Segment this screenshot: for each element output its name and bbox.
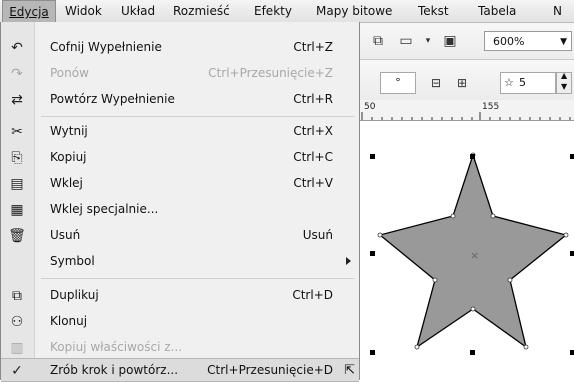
selection-handle[interactable] (370, 154, 375, 159)
spin-up-icon[interactable]: ▲ (561, 71, 567, 80)
menu-uklad[interactable]: Układ (121, 0, 155, 22)
ruler-tick-label: 155 (482, 102, 500, 112)
menu-item-paste-special[interactable]: ▦ Wklej specjalnie... (1, 198, 359, 222)
star-points-value: 5 (519, 76, 526, 89)
svg-text:×: × (470, 249, 479, 262)
menu-item-paste[interactable]: ▤ Wklej Ctrl+V (1, 172, 359, 196)
menu-item-repeat[interactable]: ⇄ Powtórz Wypełnienie Ctrl+R (1, 88, 359, 112)
copy-icon: ⎘ (11, 150, 23, 166)
menu-separator (41, 278, 355, 279)
menu-item-clone[interactable]: ⚇ Klonuj (1, 310, 359, 334)
scissors-icon: ✂ (11, 124, 23, 140)
copy-properties-icon: ▥ (10, 340, 24, 356)
ruler-ticks (361, 112, 571, 120)
submenu-arrow-icon (346, 257, 351, 265)
menu-item-duplicate[interactable]: ⧉ Duplikuj Ctrl+D (1, 284, 359, 308)
drawing-canvas[interactable]: × (360, 121, 574, 380)
image-icon[interactable]: ▣ (440, 31, 460, 51)
duplicate-icon: ⧉ (12, 288, 22, 304)
selection-handle[interactable] (570, 251, 574, 256)
selection-handle[interactable] (570, 350, 574, 355)
menu-item-undo[interactable]: ↶ Cofnij Wypełnienie Ctrl+Z (1, 36, 359, 60)
check-icon: ✓ (11, 363, 23, 379)
selection-handle[interactable] (470, 154, 475, 159)
menu-item-redo[interactable]: ↷ Ponów Ctrl+Przesunięcie+Z (1, 62, 359, 86)
menu-item-copy[interactable]: ⎘ Kopiuj Ctrl+C (1, 146, 359, 170)
star-shape[interactable]: × (360, 121, 574, 380)
menu-efekty[interactable]: Efekty (254, 0, 292, 22)
menu-tabela[interactable]: Tabela (478, 0, 516, 22)
ruler-tick-label: 50 (364, 102, 376, 112)
menu-mapy-bitowe[interactable]: Mapy bitowe (316, 0, 392, 22)
selection-handle[interactable] (570, 154, 574, 159)
mirror-horizontal-icon[interactable]: ⊟ (426, 73, 446, 93)
repeat-icon: ⇄ (11, 92, 23, 108)
star-points-field[interactable]: ☆ 5 (500, 72, 556, 94)
trash-icon: 🗑 (8, 228, 26, 244)
align-icon[interactable]: ⧉ (368, 31, 388, 51)
star-outline-icon: ☆ (504, 76, 514, 89)
zoom-select[interactable]: 600% ▼ (484, 31, 572, 51)
menu-item-symbol[interactable]: Symbol (1, 250, 359, 274)
menu-n[interactable]: N (553, 0, 562, 22)
zoom-value: 600% (493, 35, 525, 48)
menu-item-cut[interactable]: ✂ Wytnij Ctrl+X (1, 120, 359, 144)
undo-icon: ↶ (11, 40, 23, 56)
menu-rozmiesc[interactable]: Rozmieść (173, 0, 230, 22)
paste-special-icon: ▦ (10, 202, 24, 218)
horizontal-ruler: 50 155 (360, 100, 574, 121)
edit-menu-dropdown: ↶ Cofnij Wypełnienie Ctrl+Z ↷ Ponów Ctrl… (0, 22, 360, 382)
chevron-down-icon: ▼ (560, 37, 567, 47)
menu-separator (41, 116, 355, 117)
spin-down-icon[interactable]: ▼ (561, 82, 567, 91)
menu-edycja[interactable]: Edycja (2, 0, 56, 22)
menu-item-step-and-repeat[interactable]: ✓ Zrób krok i powtórz... Ctrl+Przesunięc… (1, 358, 359, 382)
mouse-cursor-icon: ⇱ (344, 363, 355, 378)
export-icon[interactable]: ▭ (396, 31, 416, 51)
menu-tekst[interactable]: Tekst (418, 0, 449, 22)
selection-handle[interactable] (370, 251, 375, 256)
menu-item-copy-properties[interactable]: ▥ Kopiuj właściwości z... (1, 336, 359, 360)
selection-handle[interactable] (470, 350, 475, 355)
menu-widok[interactable]: Widok (65, 0, 102, 22)
mirror-vertical-icon[interactable]: ⊞ (452, 73, 472, 93)
degree-symbol: ° (395, 76, 401, 89)
selection-handle[interactable] (370, 350, 375, 355)
menu-bar: Edycja Widok Układ Rozmieść Efekty Mapy … (0, 0, 574, 23)
paste-icon: ▤ (10, 176, 24, 192)
menu-item-delete[interactable]: 🗑 Usuń Usuń (1, 224, 359, 248)
dropdown-arrow-icon[interactable]: ▾ (418, 31, 438, 51)
redo-icon: ↷ (11, 66, 23, 82)
rotation-field[interactable]: ° (380, 72, 416, 94)
star-points-spinner[interactable]: ▲ ▼ (556, 71, 572, 94)
clone-icon: ⚇ (10, 314, 24, 330)
